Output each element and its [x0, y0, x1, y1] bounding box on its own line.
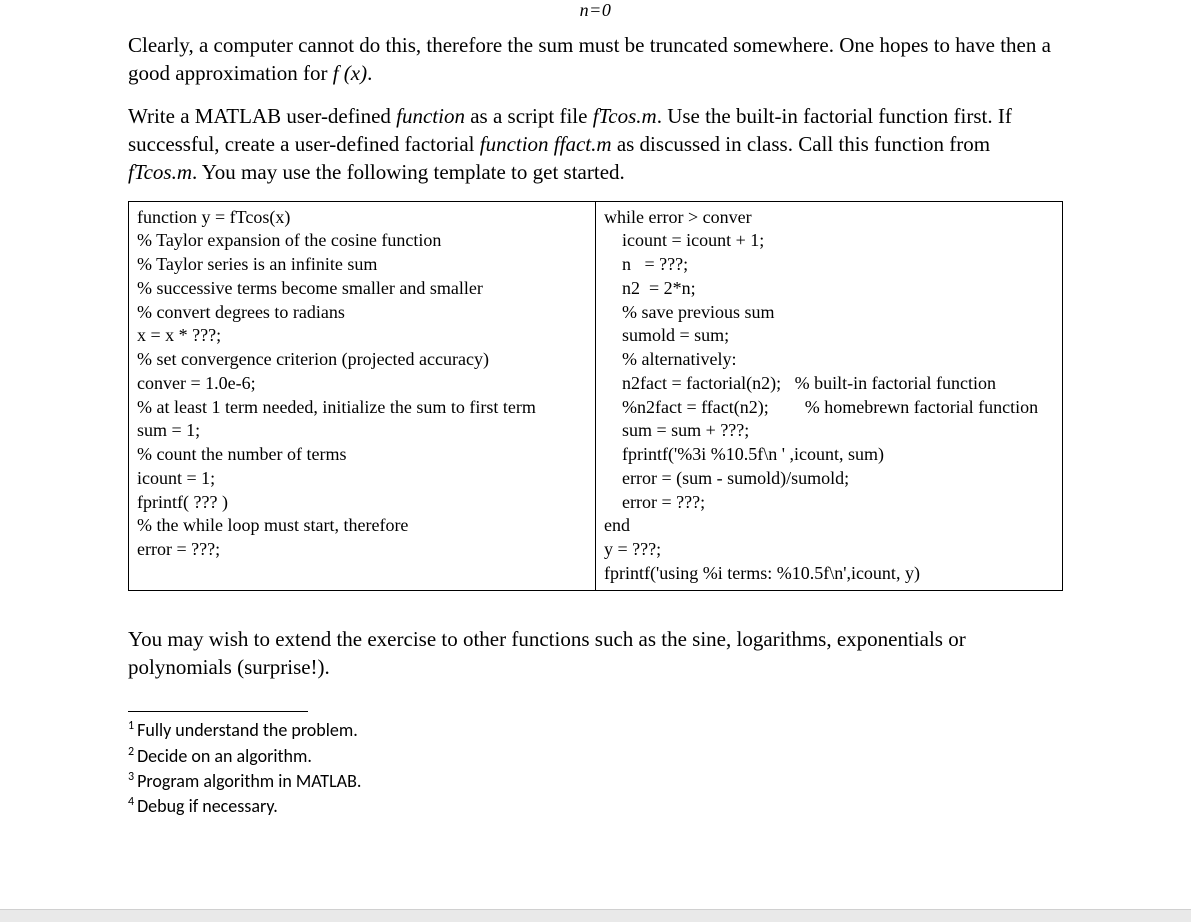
footnote-2: 2Decide on an algorithm.: [128, 744, 1063, 769]
italic-filename: fTcos.m: [593, 104, 657, 128]
footnote-3: 3Program algorithm in MATLAB.: [128, 769, 1063, 794]
paragraph-2: Write a MATLAB user-defined function as …: [128, 102, 1063, 187]
paragraph-1: Clearly, a computer cannot do this, ther…: [128, 31, 1063, 88]
footnote-marker: 2: [128, 745, 134, 759]
document-page: n=0 Clearly, a computer cannot do this, …: [0, 0, 1191, 869]
code-template-table: function y = fTcos(x) % Taylor expansion…: [128, 201, 1063, 591]
italic-function: function: [396, 104, 465, 128]
equation-fragment: n=0: [128, 0, 1063, 21]
footnotes-block: 1Fully understand the problem. 2Decide o…: [128, 718, 1063, 819]
footnote-text: Program algorithm in MATLAB.: [137, 770, 361, 792]
code-cell-left: function y = fTcos(x) % Taylor expansion…: [129, 201, 596, 590]
footnote-marker: 1: [128, 719, 134, 733]
footnote-text: Decide on an algorithm.: [137, 745, 312, 767]
text: Write a MATLAB user-defined: [128, 104, 396, 128]
math-fx: f (x): [333, 61, 367, 85]
text: Clearly, a computer cannot do this, ther…: [128, 33, 1051, 85]
paragraph-3: You may wish to extend the exercise to o…: [128, 625, 1063, 682]
italic-filename: fTcos.m: [128, 160, 192, 184]
window-bottom-bar: [0, 909, 1191, 922]
footnote-1: 1Fully understand the problem.: [128, 718, 1063, 743]
code-cell-right: while error > conver icount = icount + 1…: [596, 201, 1063, 590]
text: .: [367, 61, 372, 85]
italic-function: function ffact.m: [480, 132, 612, 156]
text: . You may use the following template to …: [192, 160, 625, 184]
footnote-marker: 4: [128, 795, 134, 809]
footnote-text: Fully understand the problem.: [137, 719, 358, 741]
text: as discussed in class. Call this functio…: [612, 132, 991, 156]
footnote-4: 4Debug if necessary.: [128, 794, 1063, 819]
footnote-text: Debug if necessary.: [137, 795, 278, 817]
footnote-separator: [128, 711, 308, 712]
footnote-marker: 3: [128, 770, 134, 784]
text: as a script file: [465, 104, 593, 128]
